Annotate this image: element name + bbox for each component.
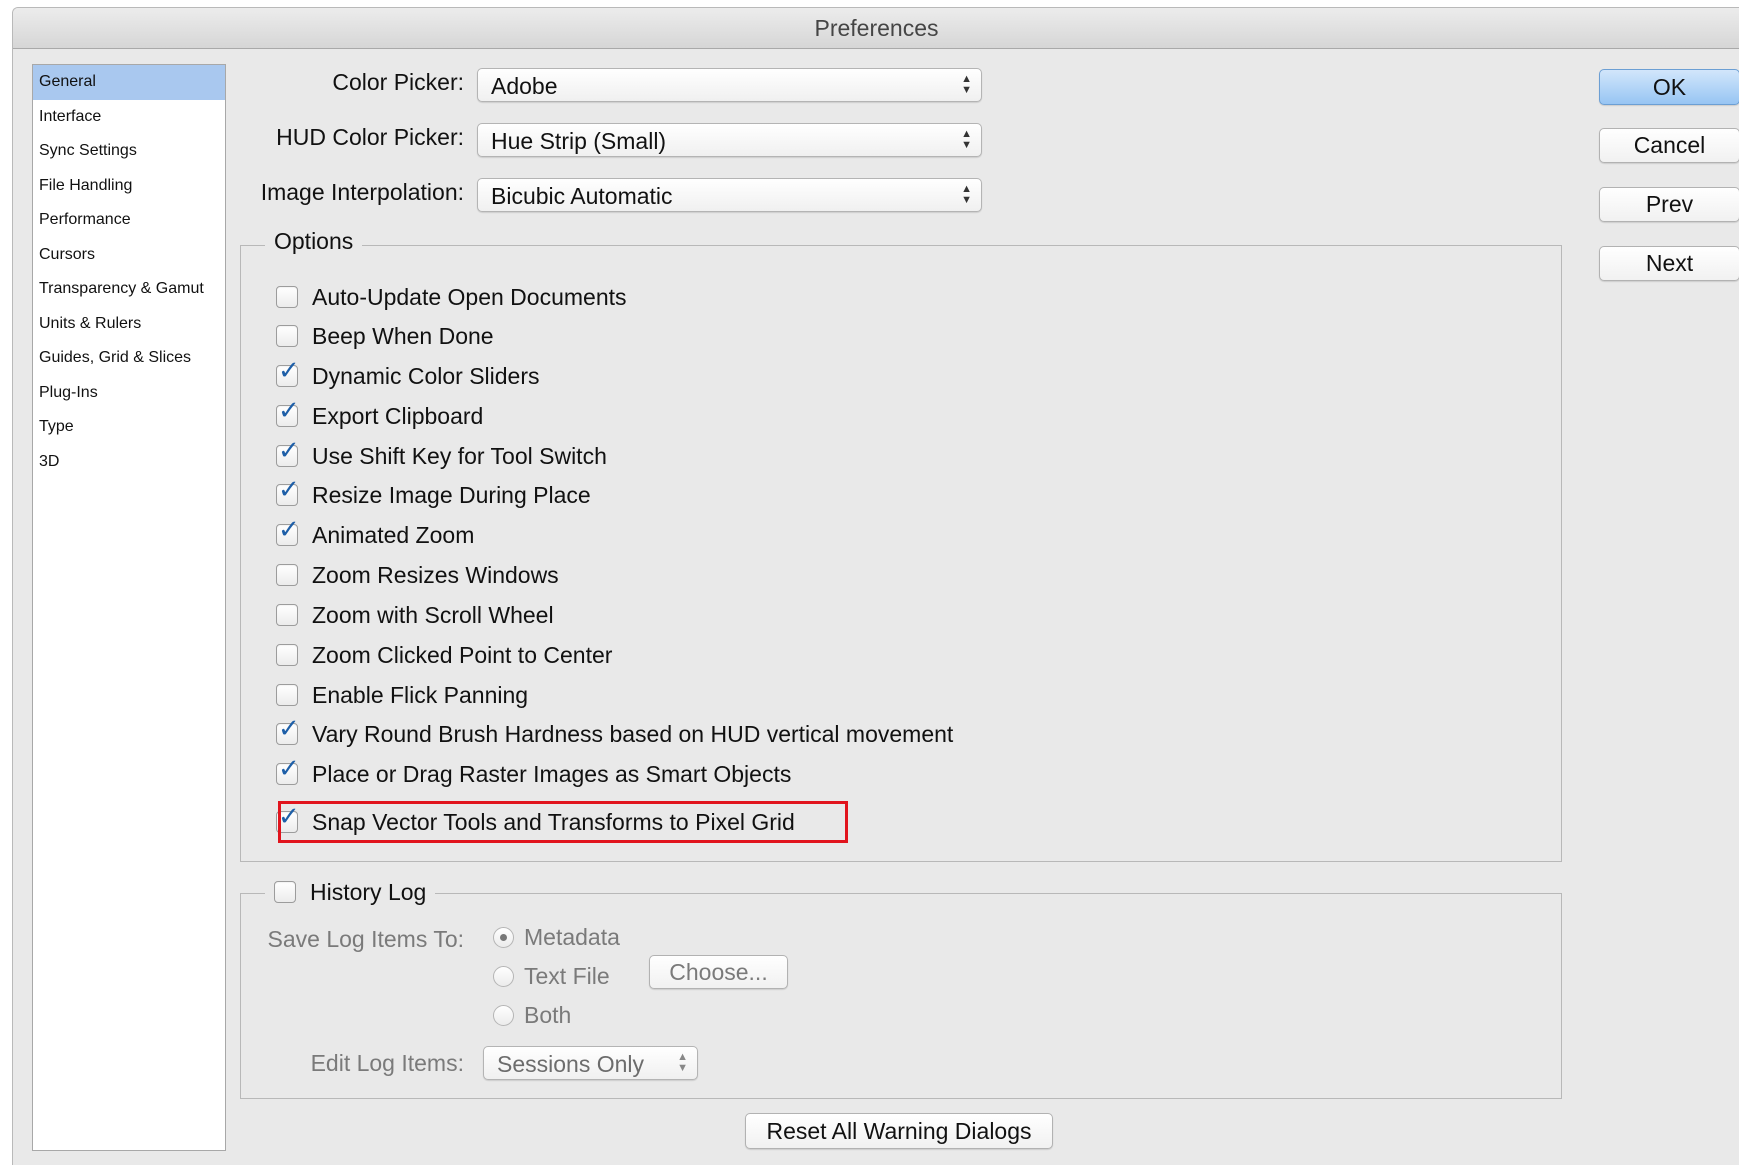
- hud-color-picker-value: Hue Strip (Small): [491, 128, 667, 154]
- history-log-legend: ✓ History Log: [265, 878, 436, 906]
- checkbox-checked[interactable]: ✓: [276, 756, 300, 785]
- history-log-label: History Log: [310, 879, 427, 905]
- option-zoom-resizes-windows[interactable]: ✓ Zoom Resizes Windows: [276, 559, 559, 591]
- option-enable-flick-panning[interactable]: ✓ Enable Flick Panning: [276, 679, 528, 711]
- color-picker-label: Color Picker:: [332, 69, 464, 95]
- next-button[interactable]: Next: [1599, 246, 1739, 281]
- sidebar-item-performance[interactable]: Performance: [33, 203, 225, 238]
- edit-log-items-label: Edit Log Items:: [310, 1050, 464, 1076]
- option-use-shift-key[interactable]: ✓ Use Shift Key for Tool Switch: [276, 438, 607, 472]
- option-zoom-with-scroll-wheel[interactable]: ✓ Zoom with Scroll Wheel: [276, 599, 554, 631]
- checkmark-icon: ✓: [278, 436, 300, 466]
- checkbox-unchecked[interactable]: ✓: [276, 684, 298, 706]
- sidebar-item-transparency-gamut[interactable]: Transparency & Gamut: [33, 272, 225, 307]
- choose-button[interactable]: Choose...: [649, 955, 788, 989]
- sidebar-item-cursors[interactable]: Cursors: [33, 238, 225, 273]
- sidebar-item-interface[interactable]: Interface: [33, 100, 225, 135]
- checkbox-unchecked[interactable]: ✓: [276, 644, 298, 666]
- cancel-button[interactable]: Cancel: [1599, 128, 1739, 163]
- option-animated-zoom[interactable]: ✓ Animated Zoom: [276, 517, 475, 551]
- radio-metadata[interactable]: Metadata: [493, 924, 620, 951]
- radio-label: Metadata: [524, 924, 620, 950]
- edit-log-items-select[interactable]: Sessions Only ▲ ▼: [483, 1046, 698, 1080]
- sidebar-item-file-handling[interactable]: File Handling: [33, 169, 225, 204]
- edit-log-items-value: Sessions Only: [497, 1051, 645, 1077]
- option-label: Enable Flick Panning: [312, 681, 529, 708]
- history-log-checkbox[interactable]: ✓: [274, 881, 296, 903]
- preferences-sidebar: General Interface Sync Settings File Han…: [32, 64, 226, 1151]
- option-label: Use Shift Key for Tool Switch: [312, 442, 607, 469]
- sidebar-item-3d[interactable]: 3D: [33, 445, 225, 480]
- updown-arrows-icon: ▲ ▼: [961, 128, 972, 151]
- option-label: Beep When Done: [312, 322, 494, 349]
- radio-label: Text File: [524, 963, 610, 989]
- hud-color-picker-select[interactable]: Hue Strip (Small) ▲ ▼: [477, 123, 982, 157]
- image-interpolation-label: Image Interpolation:: [260, 179, 464, 205]
- sidebar-item-plug-ins[interactable]: Plug-Ins: [33, 376, 225, 411]
- option-beep-when-done[interactable]: ✓ Beep When Done: [276, 320, 494, 352]
- sidebar-item-general[interactable]: General: [33, 65, 225, 100]
- ok-button[interactable]: OK: [1599, 69, 1739, 105]
- preferences-window: Preferences General Interface Sync Setti…: [12, 7, 1739, 1165]
- sidebar-item-sync-settings[interactable]: Sync Settings: [33, 134, 225, 169]
- checkbox-unchecked[interactable]: ✓: [276, 564, 298, 586]
- option-resize-image-during-place[interactable]: ✓ Resize Image During Place: [276, 477, 591, 511]
- options-legend: Options: [265, 227, 363, 255]
- option-label: Zoom Resizes Windows: [312, 561, 559, 588]
- checkbox-checked[interactable]: ✓: [276, 716, 300, 745]
- updown-arrows-icon: ▲ ▼: [961, 73, 972, 96]
- checkmark-icon: ✓: [278, 475, 300, 505]
- checkbox-unchecked[interactable]: ✓: [276, 604, 298, 626]
- option-vary-round-brush-hardness[interactable]: ✓ Vary Round Brush Hardness based on HUD…: [276, 716, 954, 750]
- option-dynamic-color-sliders[interactable]: ✓ Dynamic Color Sliders: [276, 358, 540, 392]
- window-title: Preferences: [13, 8, 1739, 49]
- sidebar-item-units-rulers[interactable]: Units & Rulers: [33, 307, 225, 342]
- reset-warning-dialogs-button[interactable]: Reset All Warning Dialogs: [745, 1113, 1053, 1149]
- radio-button[interactable]: [493, 1005, 514, 1026]
- checkmark-icon: ✓: [278, 356, 300, 386]
- option-label: Zoom with Scroll Wheel: [312, 601, 554, 628]
- sidebar-item-guides-grid-slices[interactable]: Guides, Grid & Slices: [33, 341, 225, 376]
- radio-both[interactable]: Both: [493, 1002, 571, 1029]
- option-label: Zoom Clicked Point to Center: [312, 641, 613, 668]
- updown-arrows-icon: ▲ ▼: [677, 1051, 688, 1074]
- checkbox-unchecked[interactable]: ✓: [276, 325, 298, 347]
- checkmark-icon: ✓: [278, 396, 300, 426]
- checkmark-icon: ✓: [278, 714, 300, 744]
- save-log-items-label: Save Log Items To:: [267, 926, 464, 952]
- option-label: Export Clipboard: [312, 402, 484, 429]
- radio-button-selected[interactable]: [493, 927, 514, 948]
- checkbox-checked[interactable]: ✓: [276, 398, 300, 427]
- radio-button[interactable]: [493, 966, 514, 987]
- image-interpolation-select[interactable]: Bicubic Automatic ▲ ▼: [477, 178, 982, 212]
- checkmark-icon: ✓: [278, 515, 300, 545]
- option-label: Animated Zoom: [312, 521, 475, 548]
- color-picker-select[interactable]: Adobe ▲ ▼: [477, 68, 982, 102]
- option-label: Vary Round Brush Hardness based on HUD v…: [312, 720, 954, 747]
- checkbox-checked[interactable]: ✓: [276, 517, 300, 546]
- sidebar-item-type[interactable]: Type: [33, 410, 225, 445]
- checkbox-unchecked[interactable]: ✓: [276, 286, 298, 308]
- option-label: Dynamic Color Sliders: [312, 362, 540, 389]
- option-label: Resize Image During Place: [312, 481, 591, 508]
- radio-text-file[interactable]: Text File: [493, 963, 610, 990]
- image-interpolation-value: Bicubic Automatic: [491, 183, 673, 209]
- checkbox-checked[interactable]: ✓: [276, 477, 300, 506]
- option-label: Place or Drag Raster Images as Smart Obj…: [312, 760, 792, 787]
- prev-button[interactable]: Prev: [1599, 187, 1739, 222]
- color-picker-value: Adobe: [491, 73, 558, 99]
- checkbox-checked[interactable]: ✓: [276, 358, 300, 387]
- option-export-clipboard[interactable]: ✓ Export Clipboard: [276, 398, 484, 432]
- updown-arrows-icon: ▲ ▼: [961, 183, 972, 206]
- option-place-drag-raster-smart-objects[interactable]: ✓ Place or Drag Raster Images as Smart O…: [276, 756, 792, 790]
- option-zoom-clicked-point-to-center[interactable]: ✓ Zoom Clicked Point to Center: [276, 639, 612, 671]
- option-auto-update-open-documents[interactable]: ✓ Auto-Update Open Documents: [276, 281, 627, 313]
- highlight-box: [278, 801, 848, 843]
- checkmark-icon: ✓: [278, 754, 300, 784]
- hud-color-picker-label: HUD Color Picker:: [276, 124, 464, 150]
- radio-label: Both: [524, 1002, 572, 1028]
- checkbox-checked[interactable]: ✓: [276, 438, 300, 467]
- option-label: Auto-Update Open Documents: [312, 283, 627, 310]
